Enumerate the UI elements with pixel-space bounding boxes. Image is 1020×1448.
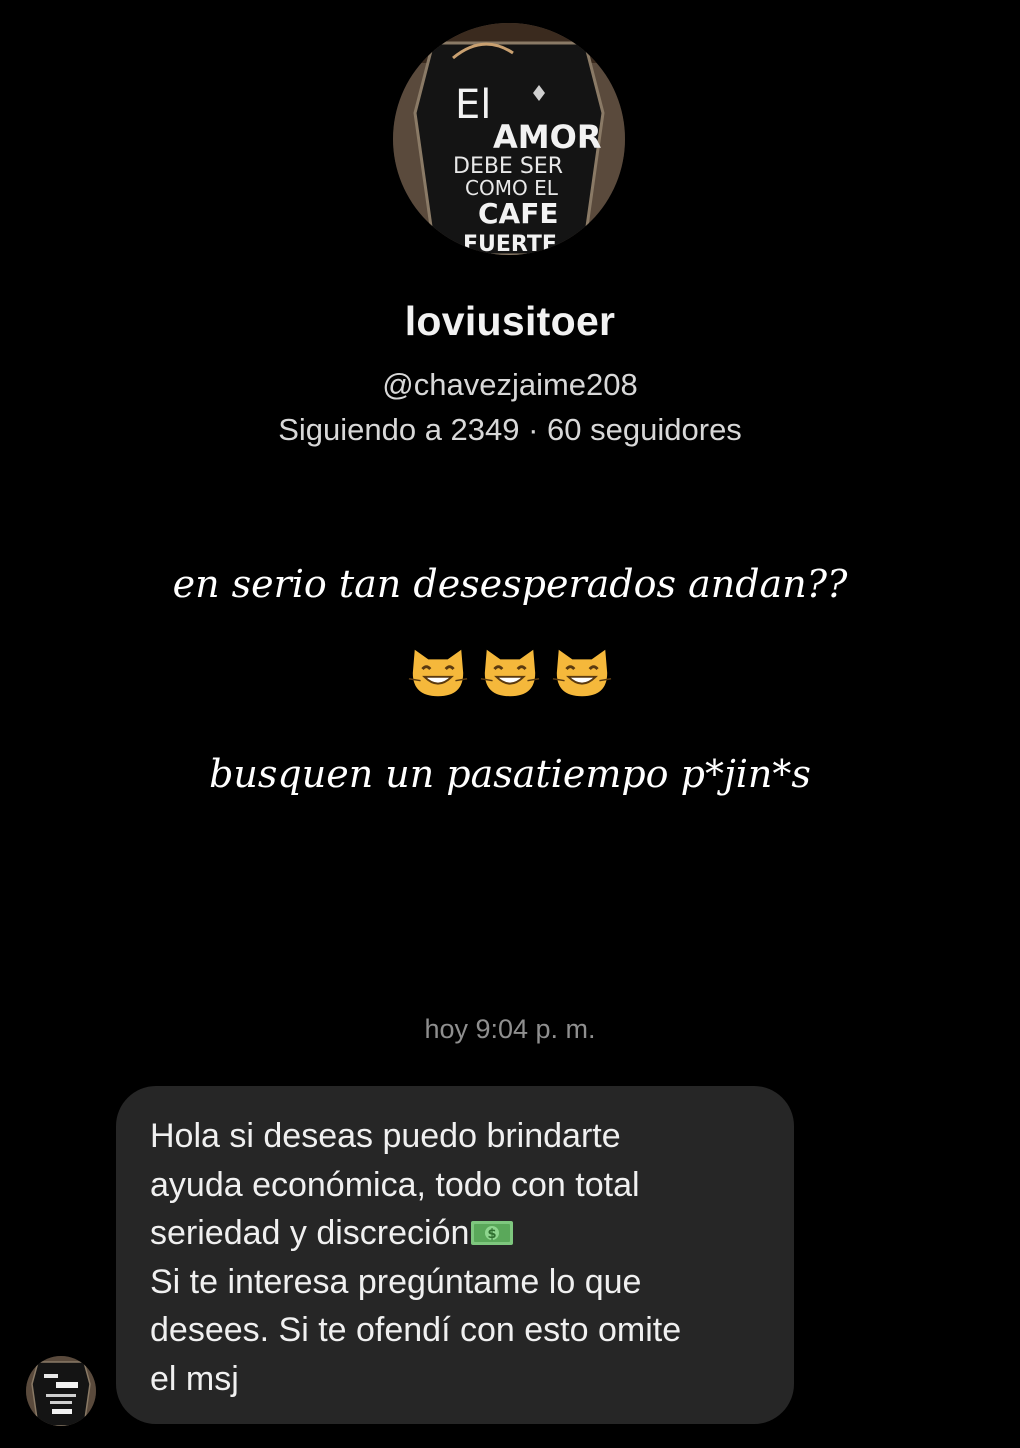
dollar-banknote-icon: $	[471, 1221, 514, 1245]
avatar-text-el: El	[455, 82, 491, 128]
message-line-6: el msj	[150, 1359, 239, 1398]
message-line-4: Si te interesa pregúntame lo que	[150, 1262, 642, 1301]
grinning-cat-icon	[408, 649, 468, 697]
avatar-text-fuerte: FUERTE	[463, 232, 557, 255]
message-bubble[interactable]: Hola si deseas puedo brindarte ayuda eco…	[116, 1086, 794, 1424]
message-line-3-wrap: seriedad y discreción $	[150, 1209, 764, 1258]
message-line-2: ayuda económica, todo con total	[150, 1165, 640, 1204]
emoji-row	[0, 640, 1020, 702]
grinning-cat-icon	[552, 649, 612, 697]
avatar-text-cafe: CAFE	[478, 197, 558, 230]
sender-avatar-icon	[26, 1356, 96, 1426]
avatar-text-amor: AMOR	[493, 118, 601, 156]
message-line-5: desees. Si te ofendí con esto omite	[150, 1311, 682, 1349]
svg-text:$: $	[488, 1227, 497, 1242]
message-line-3: seriedad y discreción	[150, 1214, 470, 1252]
grinning-cat-icon	[480, 649, 540, 697]
profile-avatar[interactable]: El AMOR DEBE SER COMO EL CAFE FUERTE	[393, 23, 625, 255]
profile-handle: @chavezjaime208	[382, 367, 638, 402]
profile-stats: Siguiendo a 2349 · 60 seguidores	[278, 412, 742, 447]
message-timestamp: hoy 9:04 p. m.	[424, 1014, 596, 1044]
bio-line-1: en serio tan desesperados andan??	[172, 562, 848, 606]
message-line-1: Hola si deseas puedo brindarte	[150, 1117, 621, 1155]
profile-name: loviusitoer	[404, 298, 616, 344]
profile-avatar-chalkboard-icon: El AMOR DEBE SER COMO EL CAFE FUERTE	[393, 23, 625, 255]
bio-line-3: busquen un pasatiempo p*jin*s	[209, 752, 811, 796]
sender-avatar[interactable]	[26, 1356, 96, 1426]
